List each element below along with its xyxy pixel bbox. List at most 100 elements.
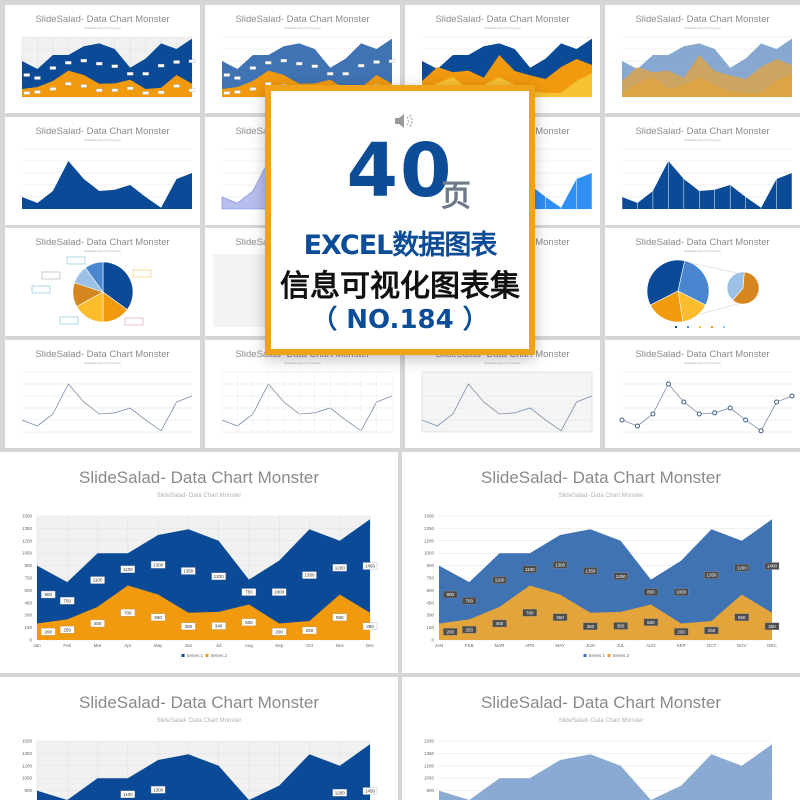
- x-tick-label: NOV: [737, 643, 747, 648]
- data-label: 1000: [676, 590, 687, 595]
- data-label: 1100: [525, 567, 535, 572]
- legend-label: Series 1: [187, 653, 204, 658]
- series-line: [21, 383, 193, 432]
- slide-thumbnail[interactable]: SlideSalad- Data Chart MonsterSlideSalad…: [5, 117, 200, 225]
- slide-subtitle: SlideSalad- Data Chart Monster: [684, 26, 721, 30]
- y-tick-label: 0: [29, 638, 32, 643]
- y-tick-label: 300: [24, 613, 32, 618]
- data-label: 550: [556, 615, 564, 620]
- y-tick-label: 1350: [424, 751, 435, 756]
- data-label: 1300: [555, 562, 566, 567]
- data-label-box: [111, 64, 118, 68]
- y-tick-label: 450: [426, 600, 434, 605]
- x-tick-label: Oct: [306, 643, 314, 648]
- legend-swatch: [607, 654, 611, 657]
- data-label-box: [127, 86, 134, 91]
- data-label: 1350: [304, 573, 315, 578]
- data-label: 360: [617, 624, 625, 629]
- y-tick-label: 900: [426, 563, 434, 568]
- data-label: 700: [526, 610, 534, 615]
- slide-thumbnail[interactable]: SlideSalad- Data Chart MonsterSlideSalad…: [5, 5, 200, 113]
- data-label-box: [188, 88, 196, 93]
- slide-title: SlideSalad- Data Chart Monster: [35, 126, 169, 137]
- data-point-marker: [774, 399, 780, 405]
- data-label: 350: [768, 624, 776, 629]
- data-label: 1100: [123, 792, 133, 797]
- data-label: 750: [245, 590, 253, 595]
- plot-background: [421, 371, 593, 433]
- data-point-marker: [681, 399, 687, 405]
- data-label: 1200: [335, 790, 346, 795]
- callout-box: [41, 271, 61, 280]
- slide-thumbnail[interactable]: SlideSalad- Data Chart MonsterSlideSalad…: [5, 340, 200, 448]
- x-tick-label: APR: [525, 643, 535, 648]
- data-label: 1100: [495, 578, 505, 583]
- data-label: 200: [446, 629, 454, 634]
- data-point-marker: [696, 411, 702, 417]
- y-tick-label: 1200: [22, 763, 33, 768]
- large-chart-slide[interactable]: SlideSalad- Data Chart Monster SlideSalad…: [402, 452, 800, 673]
- y-tick-label: 150: [426, 625, 434, 630]
- data-label-box: [249, 87, 257, 91]
- callout-box: [59, 316, 79, 325]
- slide-subtitle: SlideSalad- Data Chart Monster: [284, 361, 321, 365]
- y-tick-label: 1500: [22, 514, 33, 519]
- slide-title: SlideSalad- Data Chart Monster: [235, 14, 369, 25]
- large-chart-slide[interactable]: SlideSalad- Data Chart Monster SlideSalad…: [0, 452, 398, 673]
- slide-subtitle: SlideSalad- Data Chart Monster: [559, 493, 644, 499]
- data-label-box: [249, 66, 257, 70]
- legend-swatch: [699, 326, 701, 328]
- slide-title: SlideSalad- Data Chart Monster: [635, 349, 769, 360]
- data-label-box: [34, 76, 41, 80]
- slide-subtitle: SlideSalad- Data Chart Monster: [84, 249, 121, 253]
- data-label-box: [49, 87, 57, 91]
- x-tick-label: JUL: [617, 643, 625, 648]
- data-label: 1350: [706, 573, 717, 578]
- data-label: 450: [94, 621, 102, 626]
- data-label: 1200: [214, 574, 225, 579]
- slide-title: SlideSalad- Data Chart Monster: [35, 14, 169, 25]
- x-tick-label: MAY: [555, 643, 564, 648]
- data-label: 350: [366, 624, 374, 629]
- slide-canvas: SlideSalad- Data Chart MonsterSlideSalad…: [22, 126, 192, 210]
- series-line: [621, 383, 793, 432]
- slide-thumbnail[interactable]: SlideSalad- Data Chart MonsterSlideSalad…: [605, 228, 800, 336]
- slide-subtitle: SlideSalad- Data Chart Monster: [157, 493, 242, 499]
- data-label: 200: [677, 629, 685, 634]
- x-tick-label: Jan: [33, 643, 41, 648]
- data-label-box: [234, 90, 241, 94]
- slide-thumbnail[interactable]: SlideSalad- Data Chart MonsterSlideSalad…: [605, 5, 800, 113]
- large-chart-slide[interactable]: SlideSalad- Data Chart Monster SlideSalad…: [402, 677, 800, 800]
- data-label: 1200: [737, 565, 748, 570]
- legend-label: Series 2: [613, 653, 630, 658]
- large-chart-slide[interactable]: SlideSalad- Data Chart Monster SlideSalad…: [0, 677, 398, 800]
- data-label-box: [265, 61, 272, 65]
- x-tick-label: Mar: [94, 643, 102, 648]
- data-label: 1200: [335, 565, 346, 570]
- slide-canvas: SlideSalad- Data Chart MonsterSlideSalad…: [424, 468, 780, 658]
- data-label: 1200: [616, 574, 627, 579]
- data-label-box: [280, 58, 287, 63]
- slide-subtitle: SlideSalad- Data Chart Monster: [84, 26, 121, 30]
- data-point-marker: [789, 393, 795, 399]
- data-label-box: [34, 90, 41, 94]
- slide-thumbnail[interactable]: SlideSalad- Data Chart MonsterSlideSalad…: [5, 228, 200, 336]
- slide-thumbnail[interactable]: SlideSalad- Data Chart MonsterSlideSalad…: [605, 117, 800, 225]
- banner-heading: EXCEL数据图表: [303, 230, 498, 261]
- slide-thumbnail[interactable]: SlideSalad- Data Chart MonsterSlideSalad…: [405, 340, 600, 448]
- y-tick-label: 1050: [22, 551, 33, 556]
- x-tick-label: JUN: [586, 643, 595, 648]
- data-label-box: [157, 90, 165, 95]
- data-label: 500: [245, 620, 253, 625]
- slide-subtitle: SlideSalad- Data Chart Monster: [84, 138, 121, 142]
- slide-title: SlideSalad- Data Chart Monster: [635, 14, 769, 25]
- slide-thumbnail[interactable]: SlideSalad- Data Chart MonsterSlideSalad…: [605, 340, 800, 448]
- y-tick-label: 1500: [22, 739, 33, 744]
- data-label: 250: [306, 628, 314, 633]
- slide-subtitle: SlideSalad- Data Chart Monster: [484, 26, 521, 30]
- data-label: 1100: [93, 578, 103, 583]
- data-label-box: [80, 84, 87, 88]
- data-label-box: [357, 63, 365, 68]
- slide-thumbnail[interactable]: SlideSalad- Data Chart MonsterSlideSalad…: [205, 340, 400, 448]
- data-label: 1300: [153, 562, 164, 567]
